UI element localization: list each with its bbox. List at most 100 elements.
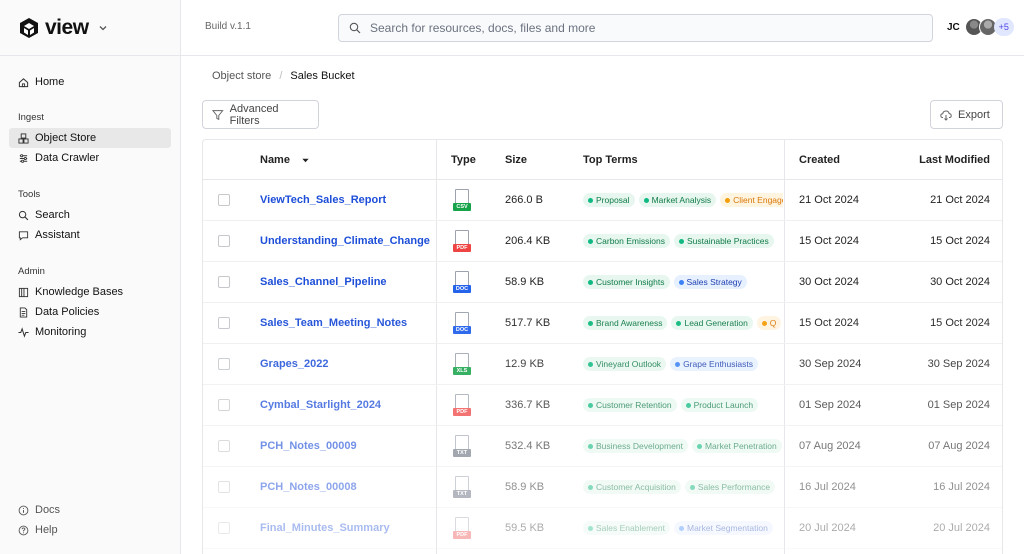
build-version: Build v.1.1 — [205, 21, 251, 32]
term-label: Business Development — [596, 441, 683, 451]
row-checkbox[interactable] — [218, 358, 230, 370]
file-name-link[interactable]: PCH_Notes_00008 — [260, 481, 357, 493]
file-name-link[interactable]: Understanding_Climate_Change — [260, 235, 430, 247]
top-terms: Sales Enablement Market Segmentation — [583, 521, 783, 535]
user-avatars[interactable]: JC +5 — [947, 18, 1014, 36]
table-row[interactable]: Final_Minutes_Summary PDF 59.5 KB Sales Ena… — [203, 508, 1002, 549]
sort-desc-icon[interactable] — [301, 156, 310, 165]
breadcrumb-current: Sales Bucket — [290, 70, 355, 82]
sidebar-item-help[interactable]: Help — [9, 520, 171, 540]
doc-file-icon: DOC — [453, 312, 471, 334]
row-checkbox[interactable] — [218, 399, 230, 411]
file-name-link[interactable]: Sales_Channel_Pipeline — [260, 276, 387, 288]
sidebar-item-data-crawler[interactable]: Data Crawler — [9, 148, 171, 168]
term-tag[interactable]: Sustainable Practices — [673, 234, 774, 248]
tag-dot — [725, 197, 731, 203]
term-tag[interactable]: Carbon Emissions — [583, 234, 670, 248]
term-tag[interactable]: Grape Enthusiasts — [670, 357, 758, 371]
term-tag[interactable]: Customer Acquisition — [583, 480, 681, 494]
table-row[interactable]: PCH_Notes_00008 TXT 58.9 KB Customer Acquis… — [203, 467, 1002, 508]
help-icon — [18, 525, 29, 535]
term-tag[interactable]: Product Launch — [680, 398, 759, 412]
app-switcher[interactable]: view — [0, 0, 180, 56]
sidebar-item-home[interactable]: Home — [9, 72, 171, 92]
sidebar-item-assistant[interactable]: Assistant — [9, 225, 171, 245]
file-type-badge: TXT — [453, 490, 471, 498]
table-row[interactable]: Sales_Team_Meeting_Notes DOC 517.7 KB Brand… — [203, 303, 1002, 344]
table-row[interactable]: Sales_Channel_Pipeline DOC 58.9 KB Customer… — [203, 262, 1002, 303]
term-tag[interactable]: Business Development — [583, 439, 688, 453]
row-checkbox[interactable] — [218, 276, 230, 288]
term-tag[interactable]: Brand Awareness — [583, 316, 668, 330]
table-row[interactable]: PCH_Notes_00009 TXT 532.4 KB Business Devel… — [203, 426, 1002, 467]
created-date: 07 Aug 2024 — [799, 440, 861, 452]
term-tag[interactable]: Proposal — [583, 193, 635, 207]
term-tag[interactable]: Client Engagement — [720, 193, 783, 207]
chevron-down-icon[interactable] — [98, 23, 108, 33]
info-icon — [18, 505, 29, 515]
sidebar-item-data-policies[interactable]: Data Policies — [9, 302, 171, 322]
global-search[interactable] — [338, 14, 933, 42]
row-checkbox[interactable] — [218, 440, 230, 452]
row-checkbox[interactable] — [218, 235, 230, 247]
term-tag[interactable]: Q — [756, 316, 782, 330]
table-row[interactable]: Understanding_Climate_Change PDF 206.4 KB C… — [203, 221, 1002, 262]
tag-dot — [685, 402, 691, 408]
header-type[interactable]: Type — [451, 140, 476, 180]
term-tag[interactable]: Customer Insights — [583, 275, 670, 289]
breadcrumb-root[interactable]: Object store — [212, 70, 271, 82]
term-tag[interactable]: Sales Performance — [684, 480, 776, 494]
header-top-terms[interactable]: Top Terms — [583, 140, 638, 180]
created-date: 20 Jul 2024 — [799, 522, 856, 534]
sidebar-item-knowledge-bases[interactable]: Knowledge Bases — [9, 282, 171, 302]
breadcrumb: Object store / Sales Bucket — [212, 70, 355, 82]
sidebar-item-docs[interactable]: Docs — [9, 500, 171, 520]
more-users-badge[interactable]: +5 — [993, 18, 1014, 36]
term-label: Sales Strategy — [686, 277, 742, 287]
search-input[interactable] — [370, 21, 910, 35]
search-icon — [349, 22, 361, 34]
row-checkbox[interactable] — [218, 317, 230, 329]
term-tag[interactable]: Market Analysis — [638, 193, 717, 207]
term-tag[interactable]: Vineyard Outlook — [583, 357, 667, 371]
row-checkbox[interactable] — [218, 522, 230, 534]
file-name-link[interactable]: PCH_Notes_00009 — [260, 440, 357, 452]
file-name-link[interactable]: ViewTech_Sales_Report — [260, 194, 386, 206]
table-row[interactable]: Cymbal_Starlight_2024 PDF 336.7 KB Customer… — [203, 385, 1002, 426]
file-name-link[interactable]: Grapes_2022 — [260, 358, 329, 370]
row-checkbox[interactable] — [218, 481, 230, 493]
file-name-link[interactable]: Sales_Team_Meeting_Notes — [260, 317, 407, 329]
table-row[interactable]: Grapes_2022 XLS 12.9 KB Vineyard Outlook Gra… — [203, 344, 1002, 385]
sidebar-item-object-store[interactable]: Object Store — [9, 128, 171, 148]
file-type-badge: DOC — [453, 285, 471, 293]
header-last-modified[interactable]: Last Modified — [919, 140, 990, 180]
term-tag[interactable]: Sales Enablement — [583, 521, 670, 535]
user-initials[interactable]: JC — [947, 22, 960, 33]
term-tag[interactable]: Lead Generation — [671, 316, 753, 330]
app-name: view — [45, 15, 89, 39]
header-name[interactable]: Name — [260, 140, 310, 180]
xls-file-icon: XLS — [453, 353, 471, 375]
advanced-filters-button[interactable]: Advanced Filters — [202, 100, 319, 129]
term-tag[interactable]: Market Penetration — [691, 439, 782, 453]
header-created[interactable]: Created — [799, 140, 840, 180]
file-type-badge: PDF — [453, 531, 471, 539]
tag-dot — [588, 361, 593, 367]
table-row[interactable]: ViewTech_Sales_Report CSV 266.0 B Proposal M… — [203, 180, 1002, 221]
tag-dot — [588, 238, 593, 244]
row-checkbox[interactable] — [218, 194, 230, 206]
file-name-link[interactable]: Cymbal_Starlight_2024 — [260, 399, 381, 411]
created-date: 15 Oct 2024 — [799, 317, 859, 329]
header-size[interactable]: Size — [505, 140, 527, 180]
term-tag[interactable]: Market Segmentation — [674, 521, 773, 535]
term-tag[interactable]: Sales Strategy — [673, 275, 747, 289]
export-button[interactable]: Export — [930, 100, 1003, 129]
sidebar-item-label: Help — [35, 524, 58, 536]
file-name-link[interactable]: Final_Minutes_Summary — [260, 522, 390, 534]
created-date: 30 Oct 2024 — [799, 276, 859, 288]
tag-dot — [675, 361, 681, 367]
sidebar-item-monitoring[interactable]: Monitoring — [9, 322, 171, 342]
term-tag[interactable]: Customer Retention — [583, 398, 677, 412]
sidebar-item-search[interactable]: Search — [9, 205, 171, 225]
pdf-file-icon: PDF — [453, 230, 471, 252]
